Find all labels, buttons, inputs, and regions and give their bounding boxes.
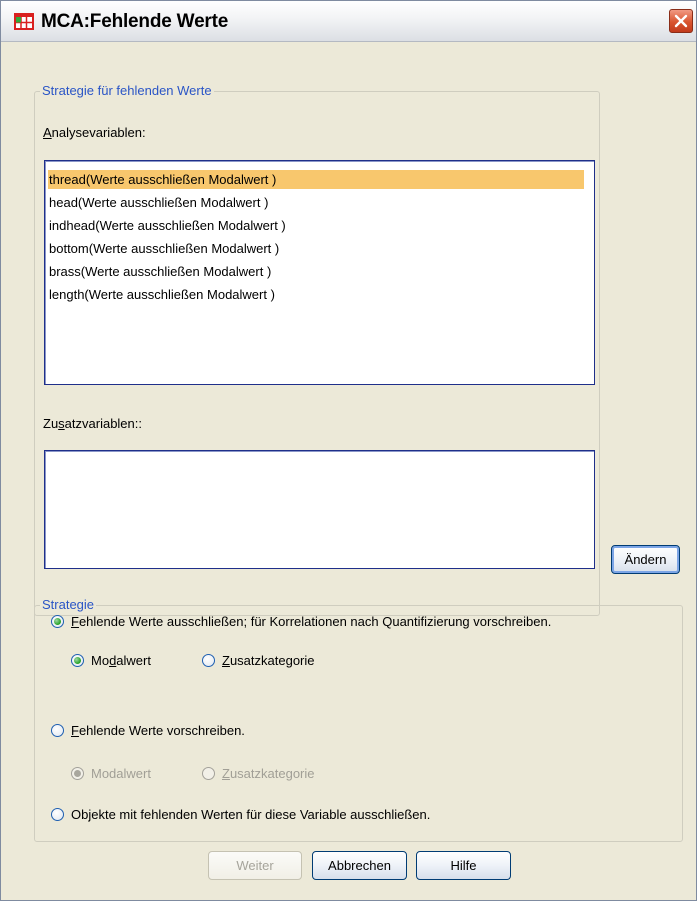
cancel-button[interactable]: Abbrechen — [312, 851, 407, 880]
list-item[interactable]: thread(Werte ausschließen Modalwert ) — [48, 170, 584, 189]
radio-exclude-impute-after[interactable]: Fehlende Werte ausschließen; für Korrela… — [51, 613, 676, 633]
list-item[interactable]: length(Werte ausschließen Modalwert ) — [49, 285, 275, 304]
analysis-variables-label: Analysevariablen: — [43, 125, 146, 140]
close-button[interactable] — [669, 9, 693, 33]
list-item[interactable]: bottom(Werte ausschließen Modalwert ) — [49, 239, 279, 258]
radio-button[interactable] — [51, 808, 64, 821]
radio-button[interactable] — [202, 654, 215, 667]
window-title: MCA:Fehlende Werte — [41, 11, 229, 32]
change-button[interactable]: Ändern — [611, 545, 680, 574]
list-item[interactable]: brass(Werte ausschließen Modalwert ) — [49, 262, 271, 281]
radio-button — [71, 767, 84, 780]
radio-extra-category-disabled: Zusatzkategorie — [202, 765, 352, 785]
radio-impute-missing[interactable]: Fehlende Werte vorschreiben. — [51, 722, 311, 742]
help-button[interactable]: Hilfe — [416, 851, 511, 880]
list-item[interactable]: head(Werte ausschließen Modalwert ) — [49, 193, 268, 212]
continue-button[interactable]: Weiter — [208, 851, 302, 880]
supplementary-variables-listbox[interactable] — [44, 450, 595, 569]
radio-exclude-objects[interactable]: Objekte mit fehlenden Werten für diese V… — [51, 806, 551, 826]
dialog-window: MCA:Fehlende Werte Strategie für fehlend… — [0, 0, 697, 901]
close-icon — [674, 14, 688, 28]
radio-button[interactable] — [51, 724, 64, 737]
list-item[interactable]: indhead(Werte ausschließen Modalwert ) — [49, 216, 286, 235]
dialog-body: Strategie für fehlenden Werte Analysevar… — [9, 42, 695, 900]
analysis-variables-listbox[interactable]: thread(Werte ausschließen Modalwert ) he… — [44, 160, 595, 385]
radio-extra-category[interactable]: Zusatzkategorie — [202, 652, 352, 672]
radio-button[interactable] — [51, 615, 64, 628]
radio-mode[interactable]: Modalwert — [71, 652, 191, 672]
radio-button[interactable] — [71, 654, 84, 667]
title-bar[interactable]: MCA:Fehlende Werte — [1, 1, 696, 42]
spss-table-icon — [14, 13, 34, 30]
radio-button — [202, 767, 215, 780]
supplementary-variables-label: Zusatzvariablen:: — [43, 416, 142, 431]
strategy-missing-legend: Strategie für fehlenden Werte — [40, 83, 214, 98]
strategy-legend: Strategie — [40, 597, 97, 612]
radio-mode-disabled: Modalwert — [71, 765, 191, 785]
